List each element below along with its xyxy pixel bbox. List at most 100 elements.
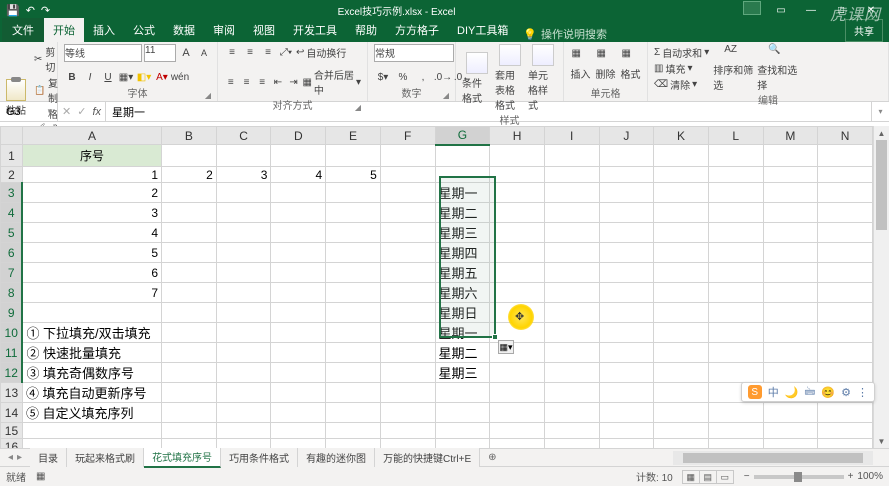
cell[interactable] <box>216 243 271 263</box>
row-header[interactable]: 2 <box>1 167 23 183</box>
cell[interactable] <box>326 263 381 283</box>
fill-color-button[interactable]: ◧▾ <box>136 69 152 85</box>
col-header-F[interactable]: F <box>380 127 435 145</box>
cell[interactable] <box>763 323 818 343</box>
merge-center-button[interactable]: ▦合并后居中▾ <box>302 67 361 97</box>
cell[interactable] <box>271 383 326 403</box>
cell[interactable] <box>544 263 599 283</box>
cell[interactable] <box>544 403 599 423</box>
cell[interactable]: 6 <box>22 263 161 283</box>
cell[interactable] <box>654 423 709 439</box>
conditional-format-button[interactable]: 条件格式 <box>462 52 491 105</box>
number-launcher-icon[interactable]: ◢ <box>443 91 449 100</box>
cell[interactable] <box>380 363 435 383</box>
cell[interactable] <box>22 423 161 439</box>
zoom-out-button[interactable]: − <box>744 471 750 482</box>
cell[interactable] <box>544 203 599 223</box>
cell[interactable] <box>162 323 217 343</box>
cell[interactable]: 3 <box>216 167 271 183</box>
sheet-nav-last-icon[interactable]: ▸ <box>17 452 22 463</box>
cell[interactable] <box>708 263 763 283</box>
cell[interactable] <box>435 383 490 403</box>
alignment-launcher-icon[interactable]: ◢ <box>355 103 361 112</box>
account-avatar[interactable] <box>743 1 761 15</box>
cell[interactable] <box>490 145 545 167</box>
cell[interactable] <box>599 343 654 363</box>
cell[interactable] <box>380 183 435 203</box>
cell[interactable] <box>654 343 709 363</box>
cell[interactable] <box>544 223 599 243</box>
cell[interactable] <box>654 167 709 183</box>
cell[interactable] <box>380 423 435 439</box>
cell[interactable] <box>818 145 873 167</box>
cell[interactable] <box>763 303 818 323</box>
cell[interactable] <box>763 223 818 243</box>
cell[interactable] <box>380 403 435 423</box>
cell[interactable] <box>435 439 490 449</box>
percent-button[interactable]: % <box>394 69 412 85</box>
row-header[interactable]: 7 <box>1 263 23 283</box>
cell[interactable] <box>599 145 654 167</box>
cell[interactable] <box>326 323 381 343</box>
cell[interactable] <box>599 363 654 383</box>
tab-review[interactable]: 审阅 <box>204 18 244 42</box>
copy-button[interactable]: 复制 <box>34 75 58 105</box>
cell[interactable] <box>162 283 217 303</box>
cell[interactable] <box>599 403 654 423</box>
enter-icon[interactable]: ✓ <box>77 105 86 118</box>
col-header-M[interactable]: M <box>763 127 818 145</box>
cell[interactable]: 2 <box>162 167 217 183</box>
cell[interactable] <box>654 243 709 263</box>
italic-button[interactable]: I <box>82 69 98 85</box>
cell[interactable] <box>380 167 435 183</box>
cell[interactable] <box>818 363 873 383</box>
tab-data[interactable]: 数据 <box>164 18 204 42</box>
cell[interactable]: ① 下拉填充/双击填充 <box>22 323 161 343</box>
cell[interactable] <box>818 343 873 363</box>
fx-icon[interactable]: fx <box>92 106 101 118</box>
cell[interactable] <box>216 403 271 423</box>
cell[interactable] <box>654 363 709 383</box>
row-header[interactable]: 1 <box>1 145 23 167</box>
maximize-button[interactable]: □ <box>827 1 855 19</box>
cell[interactable] <box>818 323 873 343</box>
tab-file[interactable]: 文件 <box>2 18 44 42</box>
row-header[interactable]: 13 <box>1 383 23 403</box>
bold-button[interactable]: B <box>64 69 80 85</box>
cell[interactable] <box>544 343 599 363</box>
cell[interactable] <box>271 363 326 383</box>
cell[interactable] <box>490 383 545 403</box>
ime-toolbar[interactable]: S 中 🌙 🖮 😊 ⚙ ⋮ <box>741 382 875 402</box>
clear-button[interactable]: ⌫清除▾ <box>654 77 709 92</box>
cell[interactable] <box>490 263 545 283</box>
cell[interactable] <box>326 243 381 263</box>
cell[interactable] <box>216 439 271 449</box>
cell[interactable] <box>380 283 435 303</box>
cell[interactable] <box>216 323 271 343</box>
cell[interactable] <box>654 323 709 343</box>
scroll-thumb[interactable] <box>876 140 887 230</box>
cell[interactable] <box>763 243 818 263</box>
zoom-level[interactable]: 100% <box>857 471 883 482</box>
cell[interactable] <box>326 183 381 203</box>
cell[interactable] <box>818 167 873 183</box>
cell[interactable] <box>162 423 217 439</box>
cell[interactable] <box>271 303 326 323</box>
col-header-N[interactable]: N <box>818 127 873 145</box>
zoom-slider[interactable] <box>754 475 844 479</box>
minimize-button[interactable]: — <box>797 1 825 19</box>
cell[interactable] <box>599 263 654 283</box>
orientation-button[interactable]: ⤢▾ <box>278 44 294 60</box>
cell[interactable] <box>818 303 873 323</box>
indent-inc-button[interactable]: ⇥ <box>287 74 301 90</box>
increase-decimal-button[interactable]: .0→ <box>434 69 452 85</box>
cell[interactable] <box>326 343 381 363</box>
vertical-scrollbar[interactable]: ▲ ▼ <box>873 126 889 448</box>
col-header-J[interactable]: J <box>599 127 654 145</box>
name-box[interactable]: G3▼ <box>0 102 58 121</box>
cell[interactable] <box>818 183 873 203</box>
cell[interactable]: 星期日 <box>435 303 490 323</box>
cell[interactable] <box>216 423 271 439</box>
cell[interactable] <box>326 223 381 243</box>
cell[interactable]: ⑤ 自定义填充序列 <box>22 403 161 423</box>
